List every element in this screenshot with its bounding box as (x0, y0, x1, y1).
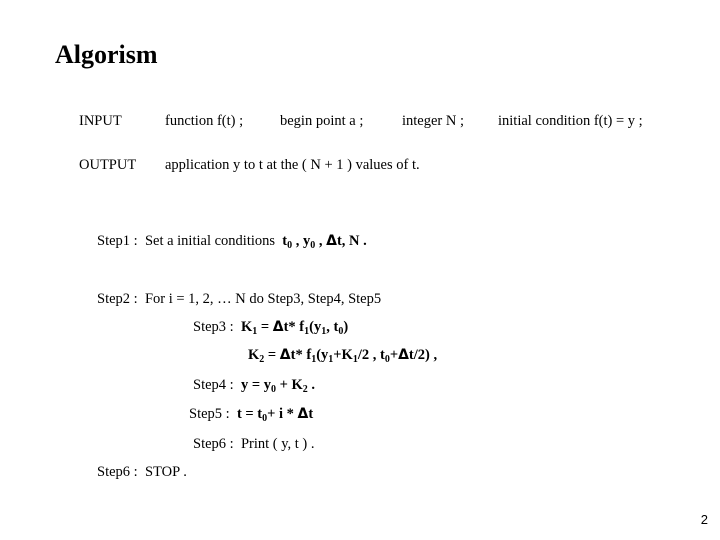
input-label: INPUT (79, 113, 122, 129)
step6-stop: Step6 : STOP . (97, 464, 187, 481)
step4: Step4 : y = y0 + K2 . (193, 377, 315, 395)
input-integer: integer N ; (402, 113, 465, 129)
step4-label: Step4 : (193, 377, 234, 393)
output-text: application y to t at the ( N + 1 ) valu… (165, 157, 420, 173)
step2-text: For i = 1, 2, … N do Step3, Step4, Step5 (144, 291, 382, 307)
input-initial-condition: initial condition f(t) = y ; (498, 113, 643, 129)
step2: Step2 : For i = 1, 2, … N do Step3, Step… (97, 291, 381, 308)
step6-label: Step6 : (193, 436, 234, 452)
page-number: 2 (700, 512, 708, 527)
step5-label: Step5 : (189, 406, 230, 422)
output-label: OUTPUT (79, 157, 137, 173)
step6-text: Print ( y, t ) . (240, 436, 315, 452)
step2-label: Step2 : (97, 291, 138, 307)
step4-equation: y = y0 + K2 . (240, 377, 315, 395)
step6-stop-text: STOP . (144, 464, 187, 480)
step3-label: Step3 : (193, 319, 234, 335)
step5: Step5 : t = t0+ i * Δt (189, 406, 313, 424)
step3: Step3 : K1 = Δt* f1(y1, t0) (193, 319, 348, 337)
step1: Step1 : Set a initial conditions t0 , y0… (97, 233, 367, 251)
step1-label: Step1 : (97, 233, 138, 249)
delta-symbol: Δ (279, 347, 291, 363)
step6-stop-label: Step6 : (97, 464, 138, 480)
step6-print: Step6 : Print ( y, t ) . (193, 436, 315, 453)
delta-symbol: Δ (326, 233, 337, 249)
delta-symbol: Δ (272, 319, 284, 335)
step3-k2-equation: K2 = Δt* f1(y1+K1/2 , t0+Δt/2) , (248, 347, 438, 365)
input-function: function f(t) ; (165, 113, 244, 129)
slide-title: Algorism (55, 40, 158, 69)
step3-k1-equation: K1 = Δt* f1(y1, t0) (240, 319, 349, 337)
delta-symbol: Δ (398, 347, 409, 363)
step1-t0: t0 , y0 , Δt, N . (282, 233, 367, 251)
step5-equation: t = t0+ i * Δt (236, 406, 314, 424)
input-begin-point: begin point a ; (280, 113, 364, 129)
delta-symbol: Δ (297, 406, 309, 422)
step1-text: Set a initial conditions (144, 233, 276, 249)
